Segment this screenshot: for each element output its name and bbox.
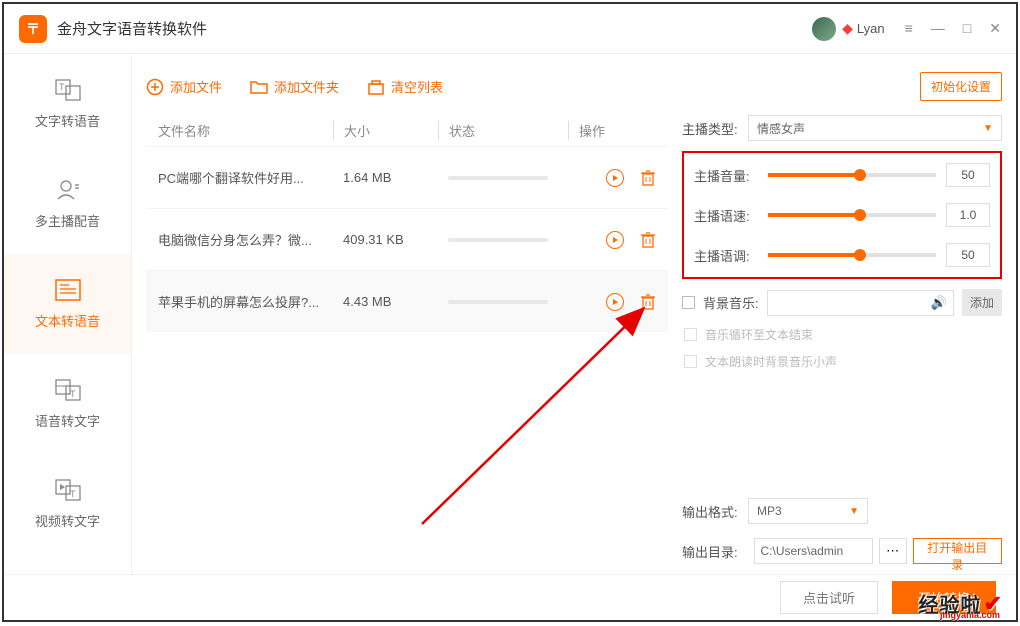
col-status: 状态 xyxy=(438,121,568,140)
play-icon[interactable] xyxy=(606,293,624,311)
maximize-icon[interactable]: □ xyxy=(963,20,971,37)
plus-circle-icon xyxy=(146,78,164,96)
chevron-down-icon: ▼ xyxy=(849,506,859,517)
delete-icon[interactable] xyxy=(640,169,656,187)
sidebar-item-label: 视频转文字 xyxy=(35,511,100,530)
table-row[interactable]: PC端哪个翻译软件好用... 1.64 MB xyxy=(146,146,668,208)
sidebar-item-video2text[interactable]: T 视频转文字 xyxy=(4,454,131,554)
progress-bar xyxy=(448,238,548,242)
svg-text:T: T xyxy=(70,489,76,499)
progress-bar xyxy=(448,300,548,304)
delete-icon[interactable] xyxy=(640,293,656,311)
bg-music-label: 背景音乐: xyxy=(703,293,759,312)
sidebar-item-doc2speech[interactable]: 文本转语音 xyxy=(4,254,131,354)
titlebar: 〒 金舟文字语音转换软件 ◆ Lyan ≡ — □ ✕ xyxy=(4,4,1016,54)
delete-icon[interactable] xyxy=(640,231,656,249)
quiet-label: 文本朗读时背景音乐小声 xyxy=(705,353,837,370)
svg-text:T: T xyxy=(59,82,65,92)
speed-label: 主播语速: xyxy=(694,206,760,225)
volume-slider[interactable] xyxy=(768,173,936,177)
sidebar: T 文字转语音 多主播配音 文本转语音 T 语音转文字 T 视频转文字 xyxy=(4,54,132,574)
table-row[interactable]: 电脑微信分身怎么弄？微... 409.31 KB xyxy=(146,208,668,270)
watermark: 经验啦✔ jingyanla.com xyxy=(919,589,1002,618)
video2text-icon: T xyxy=(54,479,82,501)
footer: 点击试听 开始转换 经验啦✔ jingyanla.com xyxy=(4,574,1016,620)
speed-value[interactable]: 1.0 xyxy=(946,203,990,227)
dir-input[interactable]: C:\Users\admin xyxy=(754,538,873,564)
menu-icon[interactable]: ≡ xyxy=(905,20,913,37)
username[interactable]: Lyan xyxy=(857,21,885,36)
format-label: 输出格式: xyxy=(682,502,748,521)
minimize-icon[interactable]: — xyxy=(931,20,945,37)
volume-label: 主播音量: xyxy=(694,166,760,185)
folder-icon xyxy=(250,78,268,96)
format-select[interactable]: MP3▼ xyxy=(748,498,868,524)
speed-slider[interactable] xyxy=(768,213,936,217)
col-size: 大小 xyxy=(333,121,438,140)
bg-music-input[interactable]: 🔊 xyxy=(767,290,954,316)
quiet-checkbox xyxy=(684,355,697,368)
text2speech-icon: T xyxy=(54,79,82,101)
pitch-label: 主播语调: xyxy=(694,246,760,265)
file-panel: 文件名称 大小 状态 操作 PC端哪个翻译软件好用... 1.64 MB xyxy=(146,115,668,564)
clear-icon xyxy=(367,78,385,96)
add-folder-button[interactable]: 添加文件夹 xyxy=(250,77,339,96)
voice-type-label: 主播类型: xyxy=(682,119,748,138)
table-row[interactable]: 苹果手机的屏幕怎么投屏?... 4.43 MB xyxy=(146,270,668,332)
add-bg-button[interactable]: 添加 xyxy=(962,289,1002,316)
sidebar-item-multi-voice[interactable]: 多主播配音 xyxy=(4,154,131,254)
sidebar-item-label: 多主播配音 xyxy=(35,211,100,230)
settings-panel: 主播类型: 情感女声▼ 主播音量: 50 主播语速: 1.0 xyxy=(682,115,1002,564)
avatar[interactable] xyxy=(812,17,836,41)
speech2text-icon: T xyxy=(54,379,82,401)
loop-checkbox xyxy=(684,328,697,341)
col-name: 文件名称 xyxy=(158,121,333,140)
svg-text:T: T xyxy=(70,389,76,399)
col-op: 操作 xyxy=(568,121,656,140)
browse-button[interactable]: ⋯ xyxy=(879,538,907,564)
play-icon[interactable] xyxy=(606,169,624,187)
highlight-box: 主播音量: 50 主播语速: 1.0 主播语调: 50 xyxy=(682,151,1002,279)
sidebar-item-text2speech[interactable]: T 文字转语音 xyxy=(4,54,131,154)
sidebar-item-label: 文字转语音 xyxy=(35,111,100,130)
clear-list-button[interactable]: 清空列表 xyxy=(367,77,443,96)
play-icon[interactable] xyxy=(606,231,624,249)
bg-music-checkbox[interactable] xyxy=(682,296,695,309)
voice-type-select[interactable]: 情感女声▼ xyxy=(748,115,1002,141)
multi-voice-icon xyxy=(54,179,82,201)
dir-label: 输出目录: xyxy=(682,542,748,561)
loop-label: 音乐循环至文本结束 xyxy=(705,326,813,343)
init-settings-button[interactable]: 初始化设置 xyxy=(920,72,1002,101)
sidebar-item-speech2text[interactable]: T 语音转文字 xyxy=(4,354,131,454)
close-icon[interactable]: ✕ xyxy=(989,20,1001,37)
gem-icon: ◆ xyxy=(842,20,853,37)
sidebar-item-label: 语音转文字 xyxy=(35,411,100,430)
add-file-button[interactable]: 添加文件 xyxy=(146,77,222,96)
app-logo-icon: 〒 xyxy=(19,15,47,43)
table-header: 文件名称 大小 状态 操作 xyxy=(146,115,668,146)
chevron-down-icon: ▼ xyxy=(983,123,993,134)
pitch-slider[interactable] xyxy=(768,253,936,257)
speaker-icon: 🔊 xyxy=(931,295,947,311)
pitch-value[interactable]: 50 xyxy=(946,243,990,267)
open-dir-button[interactable]: 打开输出目录 xyxy=(913,538,1002,564)
try-listen-button[interactable]: 点击试听 xyxy=(780,581,878,614)
doc2speech-icon xyxy=(54,279,82,301)
sidebar-item-label: 文本转语音 xyxy=(35,311,100,330)
app-title: 金舟文字语音转换软件 xyxy=(57,18,812,39)
volume-value[interactable]: 50 xyxy=(946,163,990,187)
progress-bar xyxy=(448,176,548,180)
